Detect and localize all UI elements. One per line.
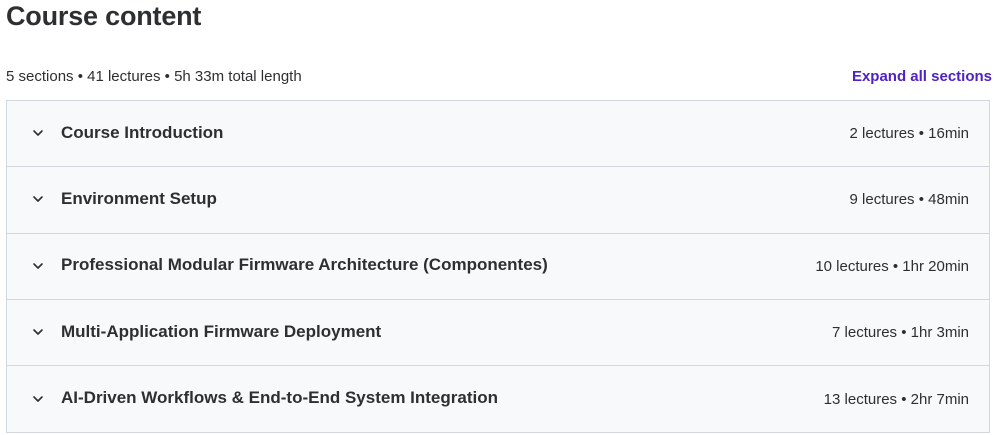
chevron-down-icon bbox=[31, 126, 45, 140]
course-summary-row: 5 sections • 41 lectures • 5h 33m total … bbox=[6, 64, 992, 88]
chevron-down-icon bbox=[31, 259, 45, 273]
page-title: Course content bbox=[6, 1, 202, 31]
section-title: AI-Driven Workflows & End-to-End System … bbox=[61, 388, 498, 408]
chevron-down-icon bbox=[31, 192, 45, 206]
section-list: Course Introduction 2 lectures • 16min E… bbox=[6, 100, 990, 434]
section-title: Professional Modular Firmware Architectu… bbox=[61, 255, 548, 275]
section-row-ai-driven-workflows[interactable]: AI-Driven Workflows & End-to-End System … bbox=[7, 366, 989, 433]
section-meta: 13 lectures • 2hr 7min bbox=[823, 390, 969, 408]
section-meta: 2 lectures • 16min bbox=[849, 125, 969, 143]
section-meta: 9 lectures • 48min bbox=[849, 191, 969, 209]
section-row-modular-firmware-architecture[interactable]: Professional Modular Firmware Architectu… bbox=[7, 233, 989, 300]
chevron-down-icon bbox=[31, 392, 45, 406]
section-title: Course Introduction bbox=[61, 122, 224, 142]
section-row-environment-setup[interactable]: Environment Setup 9 lectures • 48min bbox=[7, 167, 989, 234]
section-title: Multi-Application Firmware Deployment bbox=[61, 321, 382, 341]
chevron-down-icon bbox=[31, 325, 45, 339]
section-meta: 7 lectures • 1hr 3min bbox=[832, 324, 969, 342]
expand-all-sections-button[interactable]: Expand all sections bbox=[852, 68, 992, 85]
section-title: Environment Setup bbox=[61, 188, 217, 208]
section-meta: 10 lectures • 1hr 20min bbox=[815, 257, 969, 275]
section-row-course-introduction[interactable]: Course Introduction 2 lectures • 16min bbox=[7, 101, 989, 168]
course-summary: 5 sections • 41 lectures • 5h 33m total … bbox=[6, 67, 302, 85]
section-row-multi-application-deployment[interactable]: Multi-Application Firmware Deployment 7 … bbox=[7, 299, 989, 367]
